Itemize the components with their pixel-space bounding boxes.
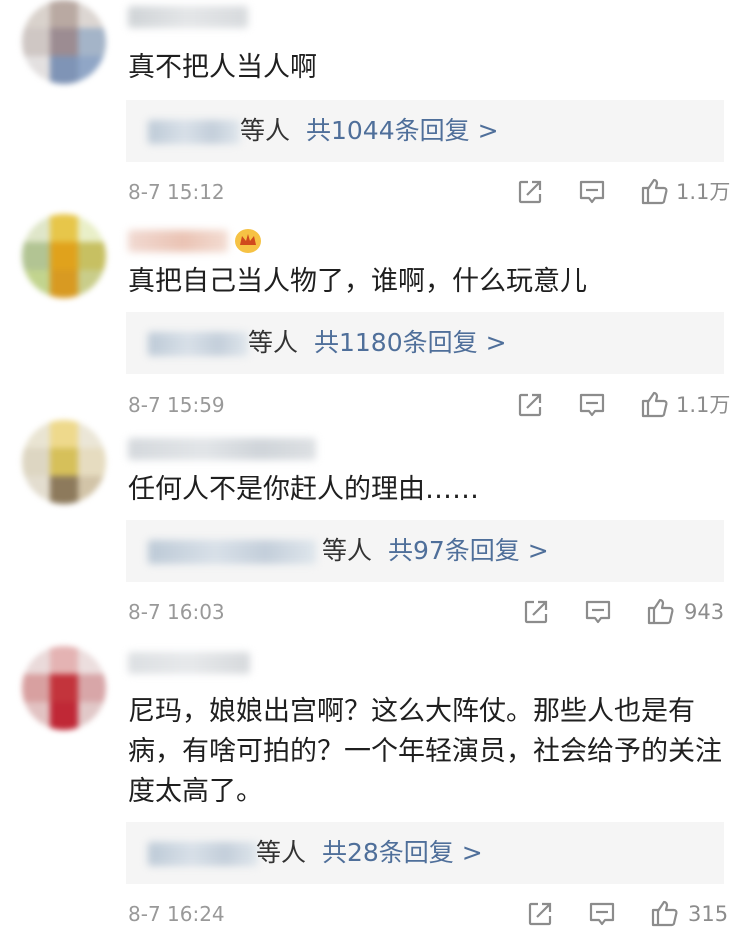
thumbs-up-icon[interactable]: [646, 596, 676, 626]
avatar[interactable]: [22, 214, 106, 298]
like-count: 315: [688, 902, 729, 926]
like-count: 943: [684, 600, 725, 624]
timestamp: 8-7 15:12: [128, 180, 225, 204]
comment-text: 尼玛，娘娘出宫啊？这么大阵仗。那些人也是有病，有啥可拍的？一个年轻演员，社会给予…: [128, 696, 722, 807]
like-count: 1.1万: [676, 393, 731, 417]
reply-summary[interactable]: 等人 共28条回复 >: [126, 822, 724, 884]
username[interactable]: [128, 230, 228, 252]
reply-count-link[interactable]: 共1180条回复 >: [314, 312, 507, 374]
username[interactable]: [128, 438, 316, 460]
reply-summary[interactable]: 等人 共97条回复 >: [126, 520, 724, 582]
reply-summary[interactable]: 等人 共1180条回复 >: [126, 312, 724, 374]
comment-text: 任何人不是你赶人的理由……: [128, 474, 479, 505]
comment-icon[interactable]: [584, 598, 612, 626]
reply-usernames: [148, 540, 316, 564]
reply-usernames: [148, 842, 258, 866]
crown-icon: [234, 228, 262, 259]
comment-item: 真不把人当人啊 等人 共1044条回复 > 8-7 15:12 1.1万: [0, 0, 750, 215]
share-icon[interactable]: [526, 900, 554, 928]
timestamp: 8-7 16:24: [128, 902, 225, 926]
reply-etc-label: 等人: [256, 838, 307, 867]
thumbs-up-icon[interactable]: [640, 176, 670, 206]
comment-item: 真把自己当人物了，谁啊，什么玩意儿 等人 共1180条回复 > 8-7 15:5…: [0, 214, 750, 424]
thumbs-up-icon[interactable]: [640, 389, 670, 419]
comment-icon[interactable]: [588, 900, 616, 928]
reply-etc-label: 等人: [322, 536, 373, 565]
avatar[interactable]: [22, 0, 106, 84]
timestamp: 8-7 15:59: [128, 393, 225, 417]
share-icon[interactable]: [516, 391, 544, 419]
username[interactable]: [128, 6, 248, 28]
avatar[interactable]: [22, 420, 106, 504]
comment-item: 尼玛，娘娘出宫啊？这么大阵仗。那些人也是有病，有啥可拍的？一个年轻演员，社会给予…: [0, 636, 750, 935]
reply-etc-label: 等人: [240, 116, 291, 145]
reply-count-link[interactable]: 共28条回复 >: [322, 822, 483, 884]
reply-count-link[interactable]: 共1044条回复 >: [306, 100, 499, 162]
reply-count-link[interactable]: 共97条回复 >: [388, 520, 549, 582]
reply-summary[interactable]: 等人 共1044条回复 >: [126, 100, 724, 162]
reply-usernames: [148, 332, 248, 356]
comment-text: 真把自己当人物了，谁啊，什么玩意儿: [128, 266, 587, 297]
reply-etc-label: 等人: [248, 328, 299, 357]
comment-icon[interactable]: [578, 391, 606, 419]
share-icon[interactable]: [516, 178, 544, 206]
share-icon[interactable]: [522, 598, 550, 626]
comment-text: 真不把人当人啊: [128, 52, 317, 83]
timestamp: 8-7 16:03: [128, 600, 225, 624]
comment-icon[interactable]: [578, 178, 606, 206]
reply-usernames: [148, 120, 240, 144]
username[interactable]: [128, 652, 250, 674]
thumbs-up-icon[interactable]: [650, 898, 680, 928]
comment-item: 任何人不是你赶人的理由…… 等人 共97条回复 > 8-7 16:03 943: [0, 420, 750, 632]
like-count: 1.1万: [676, 180, 731, 204]
avatar[interactable]: [22, 646, 106, 730]
